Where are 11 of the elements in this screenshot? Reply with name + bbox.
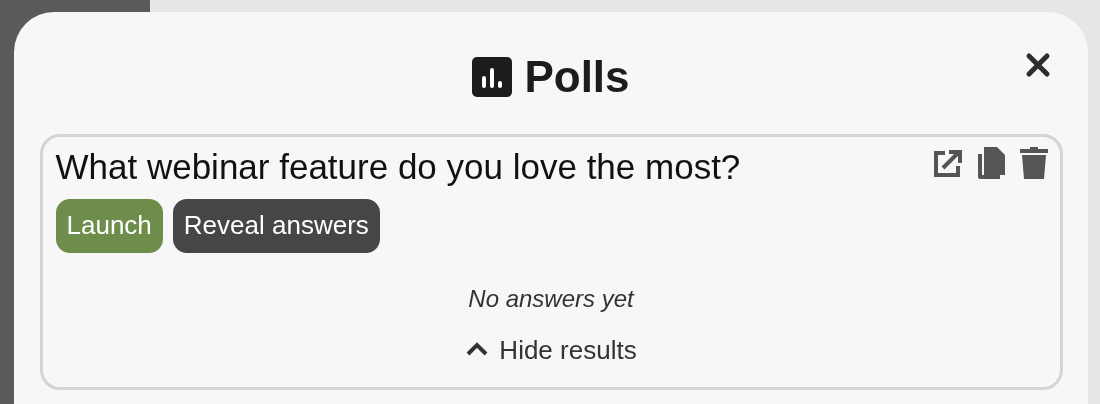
hide-results-button[interactable]: Hide results — [465, 330, 637, 370]
action-button[interactable]: Reveal answers — [172, 198, 380, 253]
empty-message: No answers yet — [468, 283, 634, 314]
close-icon — [1025, 52, 1051, 78]
external-link-icon[interactable] — [931, 147, 964, 179]
poll-question: What webinar feature do you love the most? — [55, 146, 741, 188]
copy-icon[interactable] — [977, 147, 1006, 179]
dialog-title: Polls — [524, 55, 630, 99]
bar-chart-icon — [472, 57, 513, 97]
action-button[interactable]: Launch — [55, 198, 163, 253]
trash-icon[interactable] — [1019, 147, 1048, 179]
